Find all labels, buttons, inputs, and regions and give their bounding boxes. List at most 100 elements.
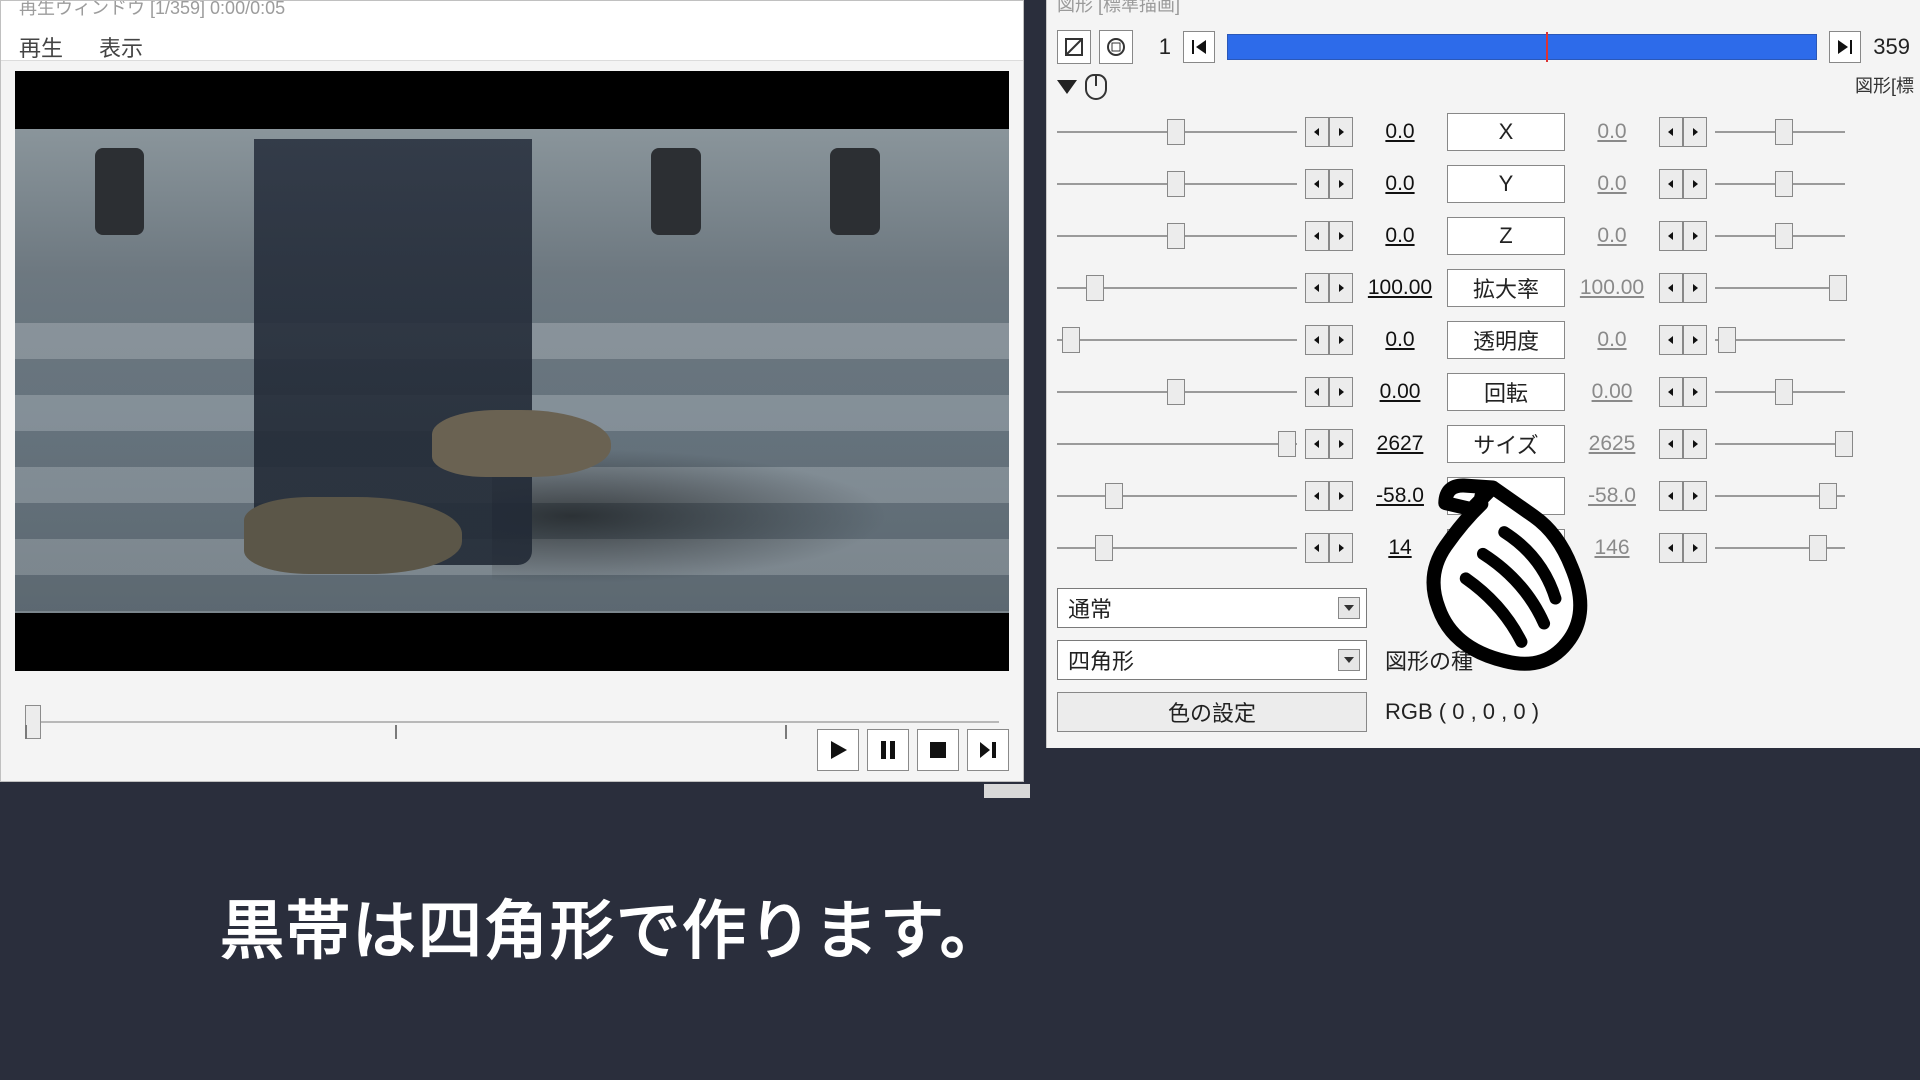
param-label-button[interactable]: 透明度: [1447, 321, 1565, 359]
menu-view[interactable]: 表示: [99, 31, 143, 54]
step-right-icon[interactable]: [1329, 169, 1353, 199]
stop-button[interactable]: [917, 729, 959, 771]
step-right-icon[interactable]: [1329, 117, 1353, 147]
step-left-icon[interactable]: [1659, 273, 1683, 303]
param-label-button[interactable]: Y: [1447, 165, 1565, 203]
step-right-icon[interactable]: [1683, 429, 1707, 459]
param-slider-left[interactable]: [1057, 483, 1297, 509]
param-label-button[interactable]: 回転: [1447, 373, 1565, 411]
param-stepper-right[interactable]: [1659, 377, 1707, 407]
pause-button[interactable]: [867, 729, 909, 771]
frame-marker[interactable]: [1546, 32, 1548, 62]
step-right-icon[interactable]: [1683, 533, 1707, 563]
step-left-icon[interactable]: [1659, 169, 1683, 199]
param-slider-right[interactable]: [1715, 483, 1845, 509]
param-label-button[interactable]: サイズ: [1447, 425, 1565, 463]
mouse-icon[interactable]: [1085, 74, 1107, 100]
param-value-right[interactable]: 0.0: [1573, 120, 1651, 144]
param-label-button[interactable]: [1447, 529, 1565, 567]
param-stepper-right[interactable]: [1659, 325, 1707, 355]
param-value-right[interactable]: 0.00: [1573, 380, 1651, 404]
param-stepper-left[interactable]: [1305, 481, 1353, 511]
param-stepper-left[interactable]: [1305, 169, 1353, 199]
blend-mode-combo[interactable]: 通常: [1057, 588, 1367, 628]
step-left-icon[interactable]: [1305, 377, 1329, 407]
toggle-icon-2[interactable]: [1099, 30, 1133, 64]
step-left-icon[interactable]: [1305, 273, 1329, 303]
frame-bar[interactable]: [1227, 34, 1817, 60]
step-left-icon[interactable]: [1305, 325, 1329, 355]
param-slider-left[interactable]: [1057, 535, 1297, 561]
param-stepper-right[interactable]: [1659, 481, 1707, 511]
step-right-icon[interactable]: [1329, 429, 1353, 459]
param-slider-right[interactable]: [1715, 275, 1845, 301]
param-stepper-left[interactable]: [1305, 429, 1353, 459]
step-left-icon[interactable]: [1305, 429, 1329, 459]
param-stepper-right[interactable]: [1659, 221, 1707, 251]
param-value-left[interactable]: 2627: [1361, 432, 1439, 456]
play-button[interactable]: [817, 729, 859, 771]
color-settings-button[interactable]: 色の設定: [1057, 692, 1367, 732]
step-right-icon[interactable]: [1329, 533, 1353, 563]
step-left-icon[interactable]: [1659, 481, 1683, 511]
param-slider-right[interactable]: [1715, 431, 1845, 457]
seek-start-button[interactable]: [1183, 31, 1215, 63]
param-value-left[interactable]: 0.0: [1361, 328, 1439, 352]
param-slider-left[interactable]: [1057, 327, 1297, 353]
menu-play[interactable]: 再生: [19, 31, 63, 54]
step-right-icon[interactable]: [1329, 221, 1353, 251]
shape-type-combo[interactable]: 四角形: [1057, 640, 1367, 680]
seek-end-button[interactable]: [1829, 31, 1861, 63]
param-value-left[interactable]: -58.0: [1361, 484, 1439, 508]
param-slider-right[interactable]: [1715, 119, 1845, 145]
step-left-icon[interactable]: [1305, 533, 1329, 563]
step-right-icon[interactable]: [1683, 377, 1707, 407]
scrubber-handle[interactable]: [25, 705, 41, 739]
step-right-icon[interactable]: [1683, 221, 1707, 251]
step-right-icon[interactable]: [1683, 169, 1707, 199]
param-value-right[interactable]: 0.0: [1573, 328, 1651, 352]
param-slider-right[interactable]: [1715, 171, 1845, 197]
step-right-icon[interactable]: [1329, 325, 1353, 355]
param-slider-left[interactable]: [1057, 379, 1297, 405]
step-right-icon[interactable]: [1683, 273, 1707, 303]
param-stepper-left[interactable]: [1305, 325, 1353, 355]
step-left-icon[interactable]: [1659, 117, 1683, 147]
param-value-right[interactable]: 100.00: [1573, 276, 1651, 300]
step-right-icon[interactable]: [1683, 117, 1707, 147]
step-right-icon[interactable]: [1329, 377, 1353, 407]
param-slider-left[interactable]: [1057, 171, 1297, 197]
param-value-right[interactable]: -58.0: [1573, 484, 1651, 508]
step-right-icon[interactable]: [1329, 273, 1353, 303]
param-value-left[interactable]: 14: [1361, 536, 1439, 560]
param-value-left[interactable]: 0.0: [1361, 224, 1439, 248]
param-label-button[interactable]: X: [1447, 113, 1565, 151]
toggle-icon-1[interactable]: [1057, 30, 1091, 64]
step-right-icon[interactable]: [1683, 481, 1707, 511]
step-left-icon[interactable]: [1305, 117, 1329, 147]
step-left-icon[interactable]: [1305, 169, 1329, 199]
param-value-left[interactable]: 0.0: [1361, 120, 1439, 144]
step-left-icon[interactable]: [1659, 429, 1683, 459]
param-stepper-right[interactable]: [1659, 429, 1707, 459]
param-stepper-right[interactable]: [1659, 273, 1707, 303]
param-stepper-left[interactable]: [1305, 221, 1353, 251]
param-value-right[interactable]: 2625: [1573, 432, 1651, 456]
seek-end-button[interactable]: [967, 729, 1009, 771]
param-value-left[interactable]: 0.0: [1361, 172, 1439, 196]
param-value-right[interactable]: 146: [1573, 536, 1651, 560]
param-slider-right[interactable]: [1715, 327, 1845, 353]
param-stepper-right[interactable]: [1659, 169, 1707, 199]
param-slider-right[interactable]: [1715, 223, 1845, 249]
param-stepper-left[interactable]: [1305, 377, 1353, 407]
param-slider-left[interactable]: [1057, 275, 1297, 301]
param-slider-left[interactable]: [1057, 223, 1297, 249]
step-right-icon[interactable]: [1683, 325, 1707, 355]
param-stepper-right[interactable]: [1659, 117, 1707, 147]
param-label-button[interactable]: 拡大率: [1447, 269, 1565, 307]
param-slider-right[interactable]: [1715, 379, 1845, 405]
step-left-icon[interactable]: [1659, 221, 1683, 251]
step-right-icon[interactable]: [1329, 481, 1353, 511]
step-left-icon[interactable]: [1305, 481, 1329, 511]
step-left-icon[interactable]: [1305, 221, 1329, 251]
